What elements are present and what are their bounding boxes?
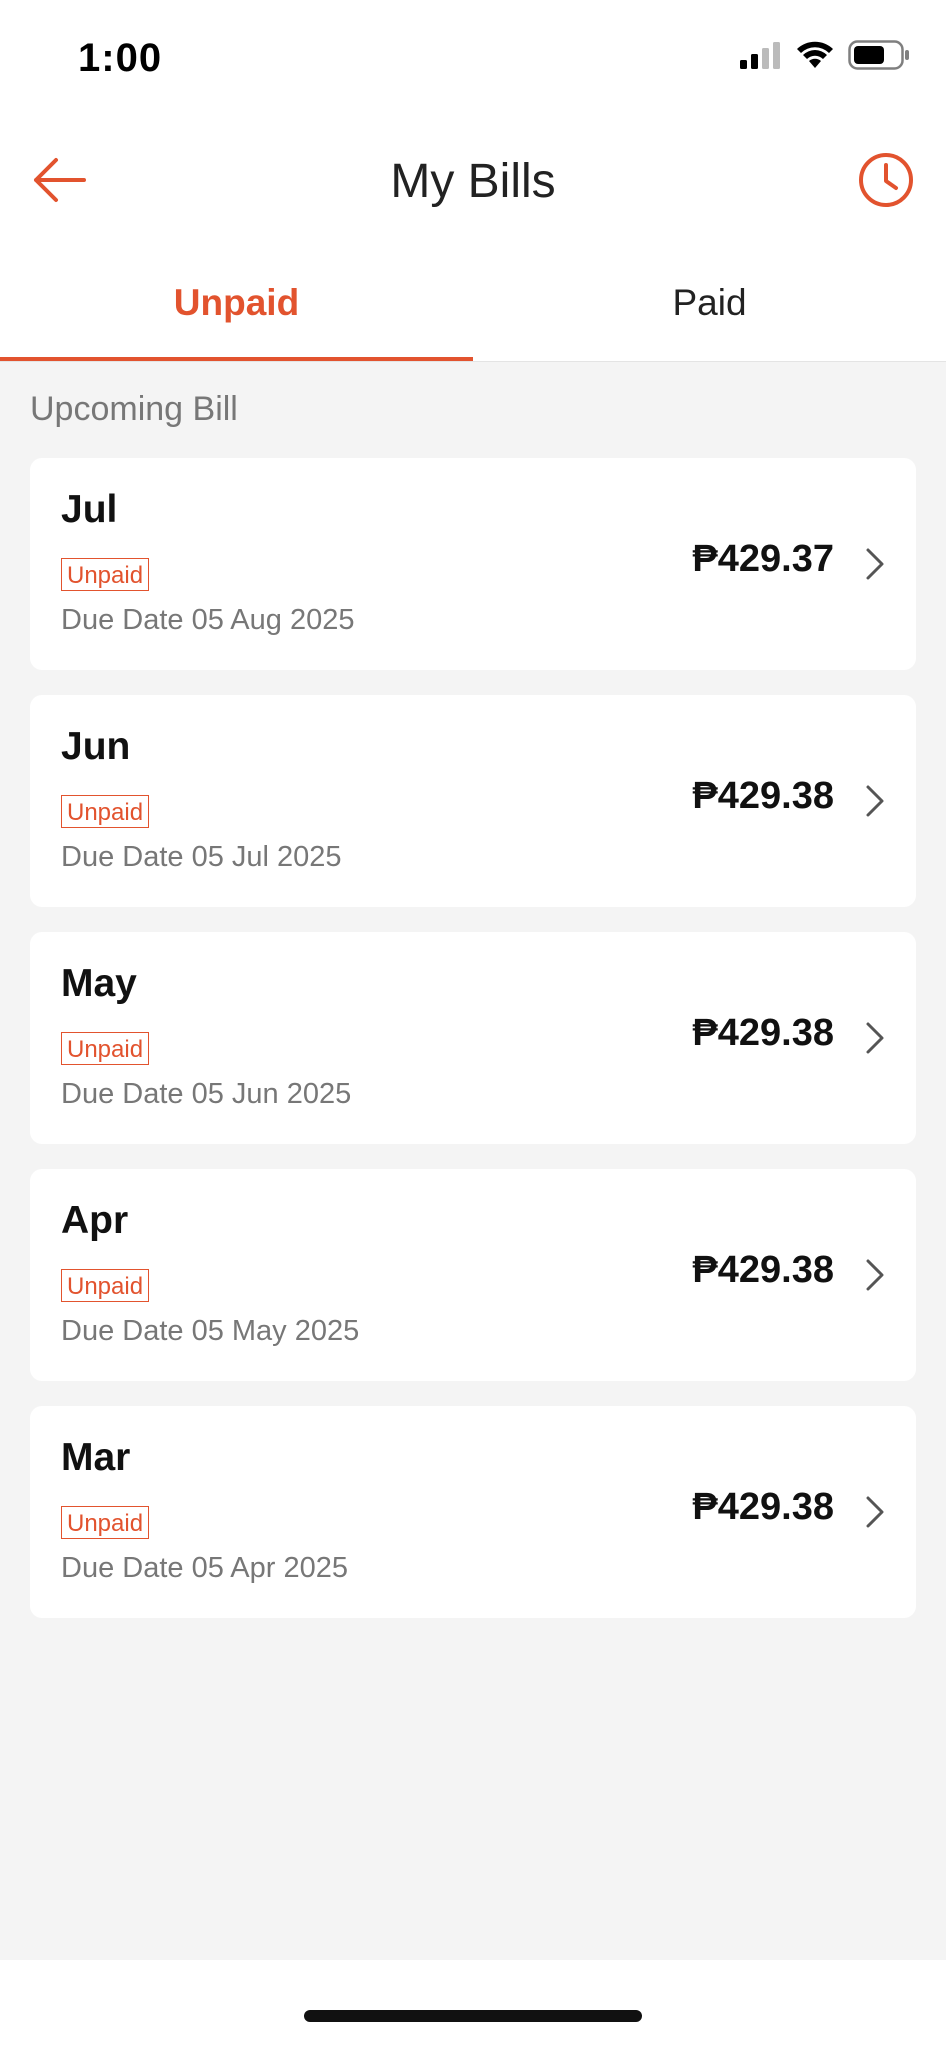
bill-month: Mar	[61, 1436, 131, 1479]
bill-due-date: Due Date 05 Jun 2025	[61, 1078, 352, 1110]
chevron-right-icon	[862, 1492, 888, 1532]
nav-bar: My Bills	[0, 120, 946, 245]
chevron-right-icon	[862, 781, 888, 821]
page-title: My Bills	[390, 155, 556, 208]
tab-unpaid[interactable]: Unpaid	[0, 245, 473, 361]
bill-card[interactable]: May Unpaid Due Date 05 Jun 2025 ₱429.38	[30, 932, 916, 1144]
bill-due-date: Due Date 05 May 2025	[61, 1315, 360, 1347]
bill-month: Jun	[61, 725, 131, 768]
bill-month: Jul	[61, 488, 118, 531]
bill-amount: ₱429.38	[692, 1012, 834, 1054]
bill-card[interactable]: Apr Unpaid Due Date 05 May 2025 ₱429.38	[30, 1169, 916, 1381]
battery-icon	[848, 40, 910, 75]
bill-month: May	[61, 962, 137, 1005]
status-badge: Unpaid	[61, 558, 150, 591]
history-button[interactable]	[856, 152, 916, 212]
bill-due-date: Due Date 05 Apr 2025	[61, 1552, 348, 1584]
bill-list: Jul Unpaid Due Date 05 Aug 2025 ₱429.37 …	[30, 458, 916, 1643]
status-time: 1:00	[78, 36, 163, 80]
wifi-icon	[796, 41, 834, 74]
section-label: Upcoming Bill	[30, 390, 238, 428]
tab-bar: Unpaid Paid	[0, 245, 946, 362]
cellular-signal-icon	[738, 41, 782, 74]
bill-card[interactable]: Mar Unpaid Due Date 05 Apr 2025 ₱429.38	[30, 1406, 916, 1618]
bill-due-date: Due Date 05 Jul 2025	[61, 841, 342, 873]
clock-icon	[857, 151, 915, 214]
status-badge: Unpaid	[61, 1269, 150, 1302]
home-indicator[interactable]	[304, 2010, 642, 2022]
bill-amount: ₱429.38	[692, 1249, 834, 1291]
bill-card[interactable]: Jun Unpaid Due Date 05 Jul 2025 ₱429.38	[30, 695, 916, 907]
status-badge: Unpaid	[61, 1032, 150, 1065]
bill-month: Apr	[61, 1199, 129, 1242]
status-bar: 1:00	[0, 0, 946, 120]
status-icons	[738, 40, 910, 75]
chevron-right-icon	[862, 1255, 888, 1295]
bill-due-date: Due Date 05 Aug 2025	[61, 604, 355, 636]
status-badge: Unpaid	[61, 1506, 150, 1539]
status-badge: Unpaid	[61, 795, 150, 828]
chevron-right-icon	[862, 1018, 888, 1058]
chevron-right-icon	[862, 544, 888, 584]
tab-paid[interactable]: Paid	[473, 245, 946, 361]
bill-amount: ₱429.37	[692, 538, 834, 580]
bill-amount: ₱429.38	[692, 1486, 834, 1528]
bill-card[interactable]: Jul Unpaid Due Date 05 Aug 2025 ₱429.37	[30, 458, 916, 670]
bottom-safe-area	[0, 1960, 946, 2048]
bill-amount: ₱429.38	[692, 775, 834, 817]
